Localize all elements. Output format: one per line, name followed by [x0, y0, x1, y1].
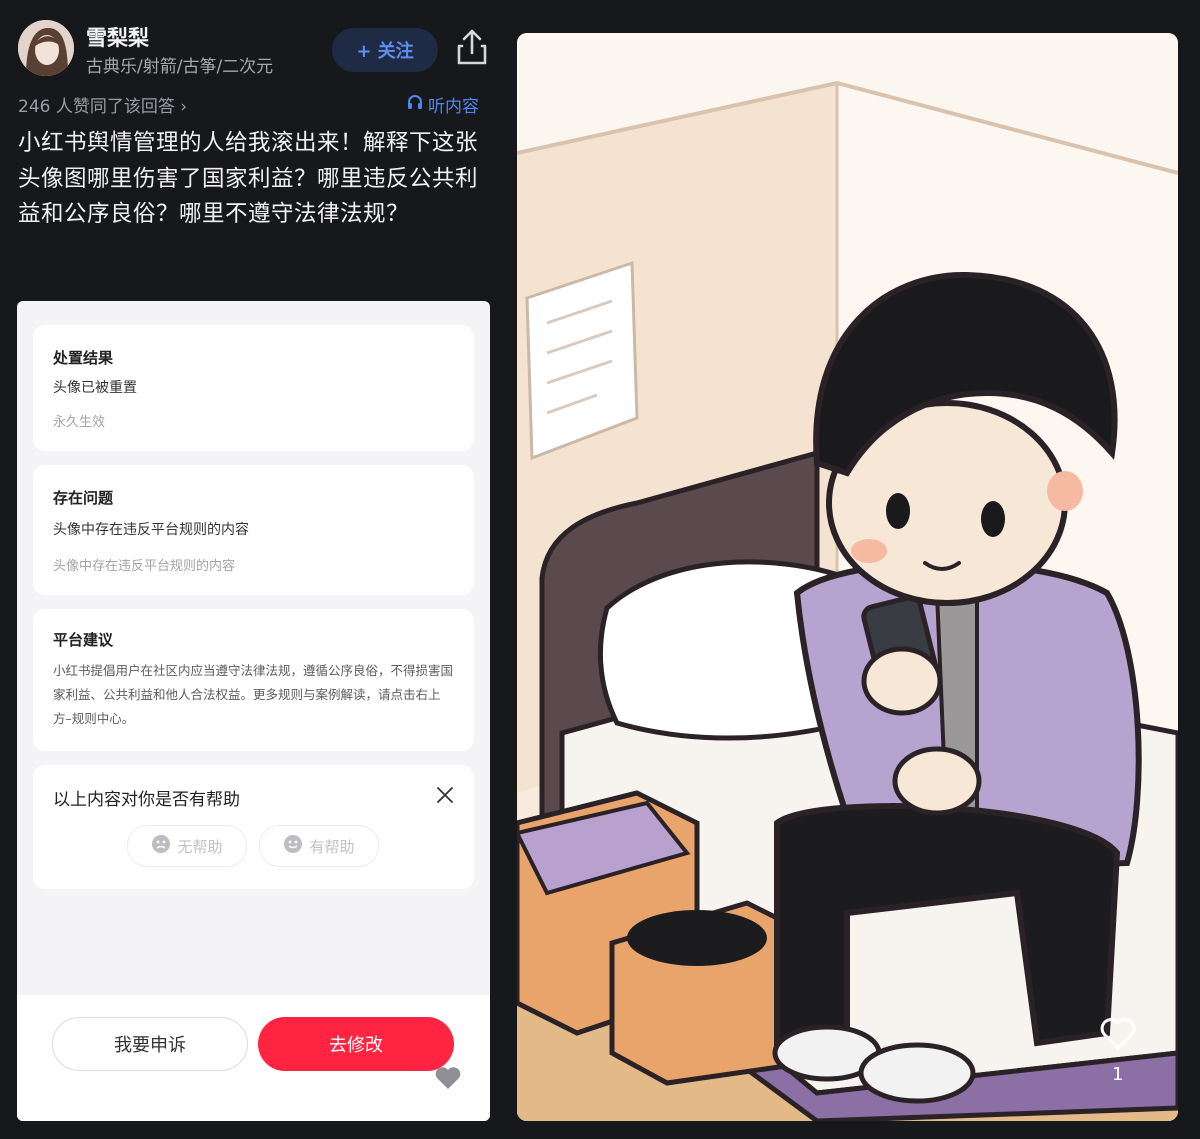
- issue-value: 头像中存在违反平台规则的内容: [53, 522, 249, 538]
- author-avatar[interactable]: [18, 20, 74, 76]
- author-tags: 古典乐/射箭/古筝/二次元: [86, 57, 274, 77]
- share-icon[interactable]: [452, 26, 492, 70]
- helpful-label: 有帮助: [309, 837, 355, 856]
- follow-label: + 关注: [356, 41, 414, 62]
- not-helpful-label: 无帮助: [177, 837, 223, 856]
- not-helpful-button[interactable]: 无帮助: [127, 825, 247, 867]
- issue-detail: 头像中存在违反平台规则的内容: [53, 559, 236, 574]
- listen-label: 听内容: [428, 97, 479, 117]
- feedback-card: 以上内容对你是否有帮助 无帮助 有帮助: [33, 765, 474, 889]
- violation-notice-screenshot: 处置结果 头像已被重置 永久生效 存在问题 头像中存在违反平台规则的内容 头像中…: [17, 301, 490, 1121]
- smile-face-icon: [283, 834, 303, 858]
- feedback-question: 以上内容对你是否有帮助: [53, 790, 240, 810]
- advice-card: 平台建议 小红书提倡用户在社区内应当遵守法律法规，遵循公序良俗，不得损害国家利益…: [33, 609, 474, 751]
- follow-button[interactable]: + 关注: [332, 28, 438, 72]
- headphones-icon: [406, 93, 424, 116]
- like-count: 1: [1112, 1064, 1124, 1085]
- sad-face-icon: [151, 834, 171, 858]
- issue-title: 存在问题: [53, 489, 114, 507]
- appeal-button[interactable]: 我要申诉: [52, 1017, 248, 1071]
- likes-count[interactable]: 246 人赞同了该回答 ›: [18, 92, 187, 117]
- listen-button[interactable]: 听内容: [406, 92, 479, 117]
- modify-label: 去修改: [329, 1035, 383, 1056]
- helpful-button[interactable]: 有帮助: [259, 825, 379, 867]
- modify-button[interactable]: 去修改: [258, 1017, 454, 1071]
- action-bar: 我要申诉 去修改: [17, 995, 490, 1121]
- result-duration: 永久生效: [53, 415, 106, 430]
- result-card: 处置结果 头像已被重置 永久生效: [33, 325, 474, 451]
- advice-text: 小红书提倡用户在社区内应当遵守法律法规，遵循公序良俗，不得损害国家利益、公共利益…: [53, 663, 454, 726]
- heart-icon[interactable]: [1100, 1018, 1136, 1051]
- answer-text: 小红书舆情管理的人给我滚出来！解释下这张头像图哪里伤害了国家利益？哪里违反公共利…: [18, 130, 479, 227]
- advice-title: 平台建议: [53, 631, 114, 649]
- author-name[interactable]: 雪梨梨: [86, 22, 149, 52]
- result-title: 处置结果: [53, 349, 114, 367]
- result-value: 头像已被重置: [53, 380, 137, 396]
- close-icon[interactable]: [433, 783, 457, 807]
- avatar-illustration: [517, 33, 1178, 1121]
- heart-icon[interactable]: [434, 1066, 462, 1090]
- issue-card: 存在问题 头像中存在违反平台规则的内容 头像中存在违反平台规则的内容: [33, 465, 474, 595]
- appeal-label: 我要申诉: [114, 1035, 186, 1056]
